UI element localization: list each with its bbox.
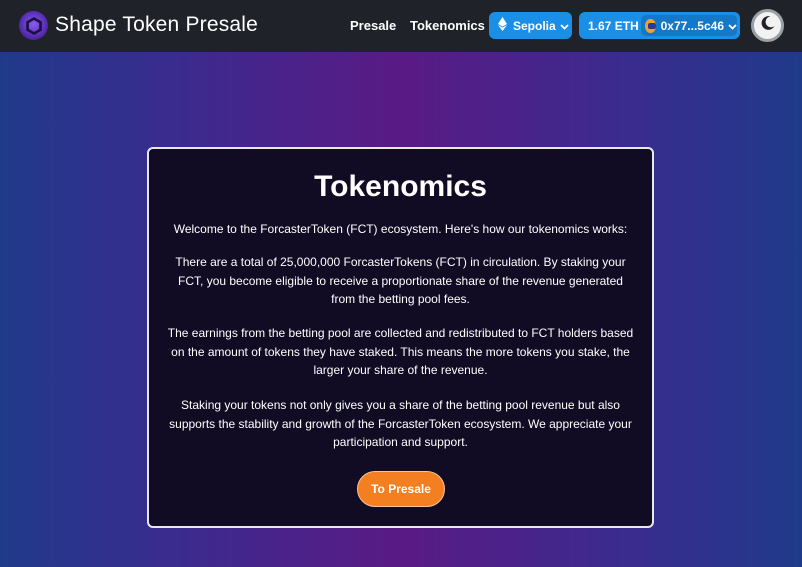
wallet-address-pill[interactable]: 0x77...5c46 <box>641 15 737 36</box>
tokenomics-paragraph: The earnings from the betting pool are c… <box>167 326 634 377</box>
top-navbar: Shape Token Presale Presale Tokenomics S… <box>0 0 802 52</box>
tokenomics-card: Tokenomics Welcome to the ForcasterToken… <box>147 147 654 528</box>
nav-link-presale[interactable]: Presale <box>350 18 396 33</box>
wallet-avatar-icon <box>645 18 656 33</box>
tokenomics-paragraph: There are a total of 25,000,000 Forcaste… <box>175 255 626 306</box>
hexagon-logo-icon[interactable] <box>19 11 48 40</box>
wallet-address: 0x77...5c46 <box>660 18 724 33</box>
network-label: Sepolia <box>513 18 556 33</box>
account-button[interactable]: 1.67 ETH 0x77...5c46 <box>579 12 740 39</box>
chevron-down-icon <box>560 19 569 33</box>
moon-icon <box>760 15 776 36</box>
theme-toggle-button[interactable] <box>751 9 784 42</box>
network-selector-button[interactable]: Sepolia <box>489 12 572 39</box>
tokenomics-paragraph: Staking your tokens not only gives you a… <box>169 398 632 449</box>
ethereum-icon <box>498 17 507 34</box>
tokenomics-paragraph: Welcome to the ForcasterToken (FCT) ecos… <box>173 222 628 236</box>
chevron-down-icon <box>728 19 737 33</box>
page-title: Tokenomics <box>314 170 487 203</box>
brand-title[interactable]: Shape Token Presale <box>55 13 258 37</box>
wallet-balance: 1.67 ETH <box>588 18 639 33</box>
nav-link-tokenomics[interactable]: Tokenomics <box>410 18 485 33</box>
to-presale-button[interactable]: To Presale <box>357 471 445 507</box>
